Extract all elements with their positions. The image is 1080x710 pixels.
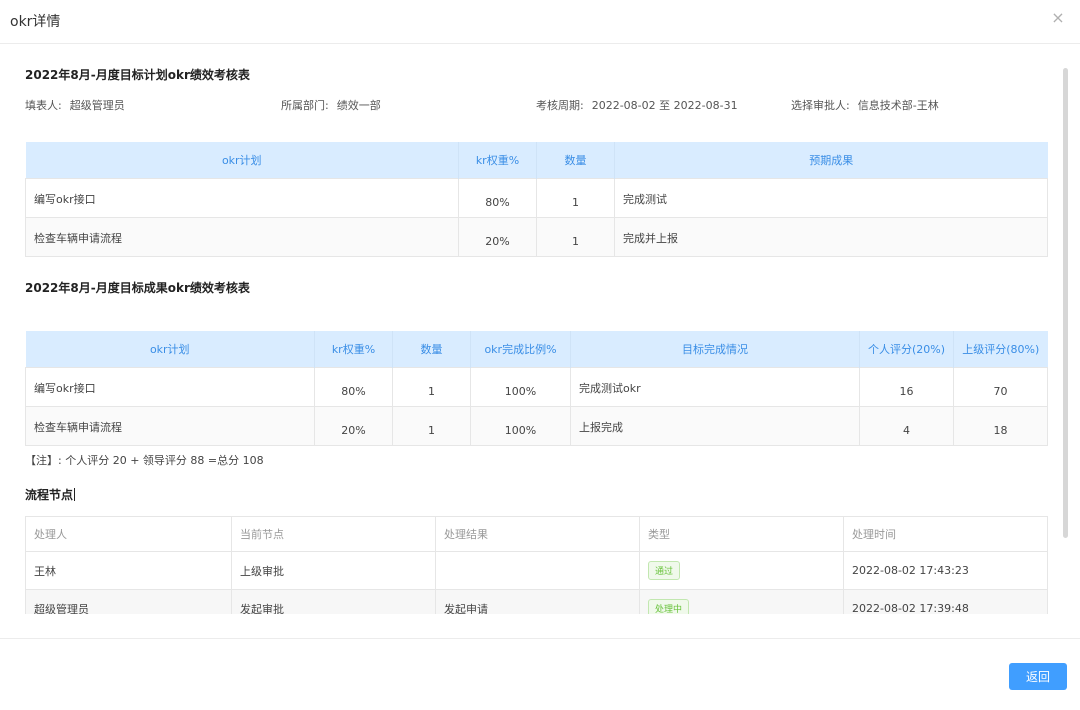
return-button[interactable]: 返回	[1009, 663, 1067, 690]
filler-value: 超级管理员	[69, 99, 125, 112]
filler-label: 填表人:	[25, 99, 62, 112]
result-col-status: 目标完成情况	[570, 331, 860, 368]
close-icon[interactable]: ×	[1050, 10, 1066, 26]
dialog-footer: 返回	[0, 638, 1080, 710]
body-bottom-mask	[0, 614, 1080, 638]
okr-detail-dialog: okr详情 × 2022年8月-月度目标计划okr绩效考核表 填表人: 超级管理员…	[0, 0, 1080, 710]
approver-value: 信息技术部-王林	[857, 99, 939, 112]
result-table-header: okr计划 kr权重% 数量 okr完成比例% 目标完成情况 个人评分(20%)…	[25, 331, 1048, 368]
cell-plan: 编写okr接口	[25, 367, 315, 407]
cell-plan: 检查车辆申请流程	[25, 406, 315, 446]
table-row: 编写okr接口 80% 1 100% 完成测试okr 16 70	[25, 367, 1048, 407]
table-row: 检查车辆申请流程 20% 1 完成并上报	[25, 217, 1048, 257]
cell-ratio: 100%	[470, 406, 571, 446]
cell-self-score: 4	[859, 406, 954, 446]
score-note: 【注】: 个人评分 20 + 领导评分 88 =总分 108	[25, 454, 264, 467]
result-col-ratio: okr完成比例%	[470, 331, 571, 368]
cell-weight: 80%	[458, 178, 537, 218]
result-table: okr计划 kr权重% 数量 okr完成比例% 目标完成情况 个人评分(20%)…	[25, 331, 1048, 446]
cell-expected: 完成测试	[614, 178, 1048, 218]
cell-qty: 1	[536, 178, 615, 218]
scrollbar-thumb[interactable]	[1063, 68, 1068, 538]
period-value: 2022-08-02 至 2022-08-31	[591, 99, 738, 112]
plan-col-weight: kr权重%	[458, 142, 537, 179]
result-table-title: 2022年8月-月度目标成果okr绩效考核表	[25, 281, 250, 295]
cell-status: 上报完成	[570, 406, 860, 446]
cell-plan: 检查车辆申请流程	[25, 217, 459, 257]
plan-table: okr计划 kr权重% 数量 预期成果 编写okr接口 80% 1 完成测试 检…	[25, 142, 1048, 257]
cell-qty: 1	[536, 217, 615, 257]
result-col-self: 个人评分(20%)	[859, 331, 954, 368]
cell-self-score: 16	[859, 367, 954, 407]
cell-time: 2022-08-02 17:43:23	[843, 551, 1048, 590]
cell-weight: 20%	[458, 217, 537, 257]
flow-title-text: 流程节点	[25, 488, 74, 502]
cell-weight: 80%	[314, 367, 393, 407]
dept-label: 所属部门:	[281, 99, 329, 112]
dept-info: 所属部门: 绩效一部	[281, 97, 381, 113]
period-label: 考核周期:	[536, 99, 584, 112]
cell-qty: 1	[392, 406, 471, 446]
cell-type: 通过	[639, 551, 844, 590]
dialog-header: okr详情 ×	[0, 0, 1080, 44]
result-col-plan: okr计划	[25, 331, 315, 368]
flow-col-time: 处理时间	[843, 516, 1048, 552]
plan-table-title: 2022年8月-月度目标计划okr绩效考核表	[25, 68, 250, 82]
flow-col-node: 当前节点	[231, 516, 436, 552]
plan-col-qty: 数量	[536, 142, 615, 179]
flow-col-type: 类型	[639, 516, 844, 552]
table-row: 检查车辆申请流程 20% 1 100% 上报完成 4 18	[25, 406, 1048, 446]
table-row: 编写okr接口 80% 1 完成测试	[25, 178, 1048, 218]
period-info: 考核周期: 2022-08-02 至 2022-08-31	[536, 97, 738, 113]
plan-col-expected: 预期成果	[614, 142, 1048, 179]
cell-result	[435, 551, 640, 590]
flow-table: 处理人 当前节点 处理结果 类型 处理时间 王林 上级审批 通过 2022-08…	[25, 516, 1048, 628]
dialog-title: okr详情	[10, 14, 61, 30]
plan-table-header: okr计划 kr权重% 数量 预期成果	[25, 142, 1048, 179]
flow-col-result: 处理结果	[435, 516, 640, 552]
cell-leader-score: 18	[953, 406, 1048, 446]
cell-handler: 王林	[25, 551, 232, 590]
plan-col-plan: okr计划	[25, 142, 459, 179]
cell-weight: 20%	[314, 406, 393, 446]
table-row: 王林 上级审批 通过 2022-08-02 17:43:23	[25, 551, 1048, 590]
cell-ratio: 100%	[470, 367, 571, 407]
flow-table-header: 处理人 当前节点 处理结果 类型 处理时间	[25, 516, 1048, 552]
cell-node: 上级审批	[231, 551, 436, 590]
status-badge: 通过	[648, 561, 681, 580]
flow-col-handler: 处理人	[25, 516, 232, 552]
dept-value: 绩效一部	[336, 99, 381, 112]
cell-plan: 编写okr接口	[25, 178, 459, 218]
filler-info: 填表人: 超级管理员	[25, 97, 125, 113]
result-col-weight: kr权重%	[314, 331, 393, 368]
approver-label: 选择审批人:	[791, 99, 850, 112]
cell-status: 完成测试okr	[570, 367, 860, 407]
cell-expected: 完成并上报	[614, 217, 1048, 257]
result-col-leader: 上级评分(80%)	[953, 331, 1048, 368]
cell-leader-score: 70	[953, 367, 1048, 407]
flow-title: 流程节点	[25, 486, 76, 503]
result-col-qty: 数量	[392, 331, 471, 368]
text-cursor	[74, 488, 76, 501]
cell-qty: 1	[392, 367, 471, 407]
approver-info: 选择审批人: 信息技术部-王林	[791, 97, 939, 113]
